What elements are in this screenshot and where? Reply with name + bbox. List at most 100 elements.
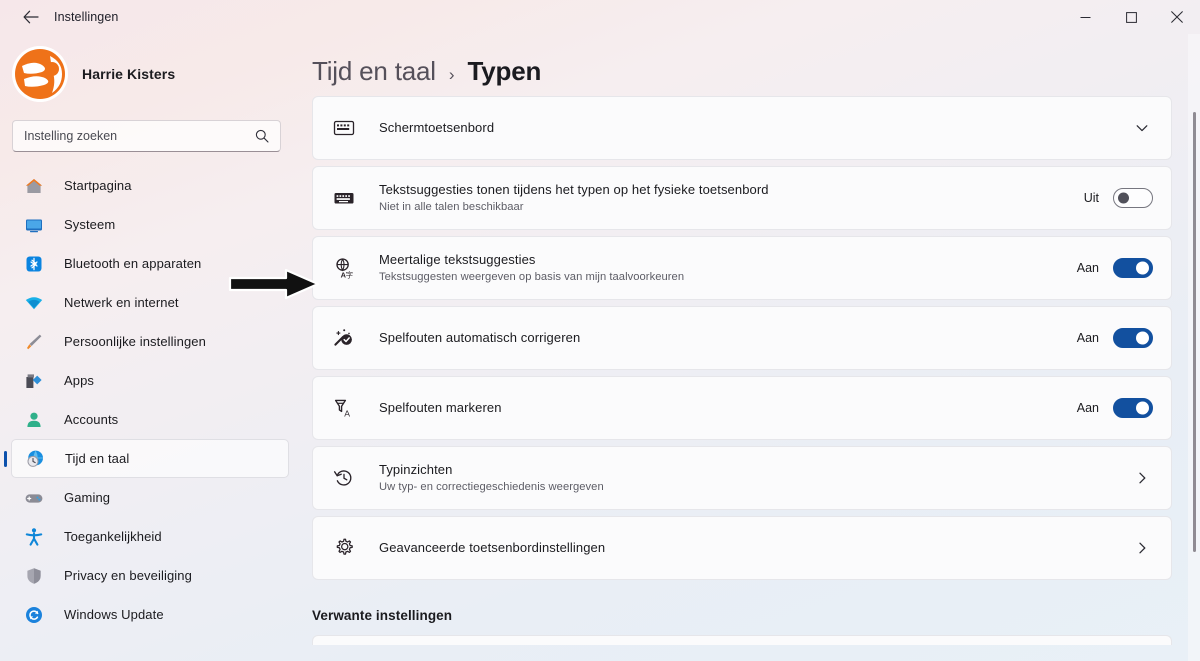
history-icon: [331, 465, 357, 491]
setting-row-typinzichten[interactable]: Typinzichten Uw typ- en correctiegeschie…: [312, 446, 1172, 510]
close-icon: [1171, 11, 1183, 23]
setting-title: Spelfouten markeren: [379, 400, 502, 416]
sidebar-item-accounts[interactable]: Accounts: [11, 400, 289, 439]
sidebar-item-label: Startpagina: [64, 178, 132, 193]
bluetooth-icon: [23, 253, 45, 275]
setting-row-schermtoetsenbord[interactable]: Schermtoetsenbord: [312, 96, 1172, 160]
toggle-knob: [1136, 331, 1149, 345]
sidebar-nav: Startpagina Systeem Bluetooth en apparat…: [0, 166, 300, 634]
gear-icon: [331, 535, 357, 561]
setting-control: [1131, 537, 1153, 559]
sidebar-item-label: Netwerk en internet: [64, 295, 179, 310]
toggle-meertalige-tekstsuggesties[interactable]: [1113, 258, 1153, 278]
scrollbar-thumb[interactable]: [1193, 112, 1196, 552]
shield-icon: [23, 565, 45, 587]
account-block[interactable]: Harrie Kisters: [0, 42, 300, 106]
chevron-right-icon[interactable]: [1131, 537, 1153, 559]
settings-window: Instellingen Harrie Kisters Instelling z…: [0, 0, 1200, 661]
setting-text: Typinzichten Uw typ- en correctiegeschie…: [379, 461, 1115, 495]
setting-control: Aan: [1077, 328, 1153, 348]
sidebar-item-systeem[interactable]: Systeem: [11, 205, 289, 244]
search-input[interactable]: [13, 129, 255, 143]
sidebar-item-label: Gaming: [64, 490, 111, 505]
setting-row-tekstsuggesties-fysiek[interactable]: Tekstsuggesties tonen tijdens het typen …: [312, 166, 1172, 230]
setting-row-geavanceerde-toetsenbordinstellingen[interactable]: Geavanceerde toetsenbordinstellingen: [312, 516, 1172, 580]
sidebar-item-label: Persoonlijke instellingen: [64, 334, 206, 349]
sidebar-item-label: Toegankelijkheid: [64, 529, 162, 544]
sidebar-item-privacy[interactable]: Privacy en beveiliging: [11, 556, 289, 595]
setting-title: Tekstsuggesties tonen tijdens het typen …: [379, 181, 769, 197]
home-icon: [23, 175, 45, 197]
sidebar: Harrie Kisters Startpagina: [0, 34, 300, 661]
setting-text: Geavanceerde toetsenbordinstellingen: [379, 539, 1115, 557]
toggle-state-label: Aan: [1076, 261, 1099, 275]
sidebar-item-label: Apps: [64, 373, 95, 388]
maximize-button[interactable]: [1108, 0, 1154, 34]
sidebar-item-persoonlijke-instellingen[interactable]: Persoonlijke instellingen: [11, 322, 289, 361]
setting-row-meertalige-tekstsuggesties[interactable]: A 字 Meertalige tekstsuggesties Tekstsugg…: [312, 236, 1172, 300]
setting-control: Aan: [1077, 398, 1153, 418]
sidebar-item-label: Bluetooth en apparaten: [64, 256, 202, 271]
window-title: Instellingen: [54, 10, 119, 24]
toggle-spelfouten-markeren[interactable]: [1113, 398, 1153, 418]
setting-subtitle: Uw typ- en correctiegeschiedenis weergev…: [379, 481, 604, 494]
breadcrumb: Tijd en taal › Typen: [300, 34, 1200, 96]
autocorrect-wand-icon: [331, 325, 357, 351]
breadcrumb-parent[interactable]: Tijd en taal: [312, 56, 436, 87]
setting-subtitle: Niet in alle talen beschikbaar: [379, 201, 524, 214]
search-icon: [255, 129, 280, 143]
person-icon: [23, 409, 45, 431]
main-content: Tijd en taal › Typen Schermtoetsenbord T…: [300, 34, 1200, 661]
onscreen-keyboard-icon: [331, 115, 357, 141]
window-controls: [1062, 0, 1200, 34]
setting-row-spelfouten-markeren[interactable]: A Spelfouten markeren Aan: [312, 376, 1172, 440]
gamepad-icon: [23, 487, 45, 509]
sidebar-item-gaming[interactable]: Gaming: [11, 478, 289, 517]
svg-text:A: A: [344, 408, 350, 418]
setting-control: Uit: [1084, 188, 1153, 208]
chevron-right-icon[interactable]: [1131, 467, 1153, 489]
toggle-state-label: Aan: [1076, 331, 1099, 345]
sidebar-item-toegankelijkheid[interactable]: Toegankelijkheid: [11, 517, 289, 556]
related-settings-card-partial[interactable]: [312, 635, 1172, 645]
update-icon: [23, 604, 45, 626]
toggle-state-label: Aan: [1076, 401, 1099, 415]
settings-card-list: Schermtoetsenbord Tekstsuggesties tonen …: [300, 96, 1200, 580]
sidebar-item-label: Windows Update: [64, 607, 164, 622]
minimize-icon: [1080, 16, 1090, 18]
related-settings-heading: Verwante instellingen: [312, 608, 453, 623]
sidebar-item-apps[interactable]: Apps: [11, 361, 289, 400]
chevron-down-icon[interactable]: [1131, 117, 1153, 139]
sidebar-item-bluetooth[interactable]: Bluetooth en apparaten: [11, 244, 289, 283]
back-button[interactable]: [12, 2, 50, 32]
setting-control: Aan: [1077, 258, 1153, 278]
search-box[interactable]: [12, 120, 281, 152]
spellcheck-icon: A: [331, 395, 357, 421]
sidebar-item-netwerk[interactable]: Netwerk en internet: [11, 283, 289, 322]
breadcrumb-separator: ›: [448, 65, 455, 84]
setting-row-autocorrectie[interactable]: Spelfouten automatisch corrigeren Aan: [312, 306, 1172, 370]
setting-text: Meertalige tekstsuggesties Tekstsuggeste…: [379, 251, 1061, 285]
sidebar-item-startpagina[interactable]: Startpagina: [11, 166, 289, 205]
minimize-button[interactable]: [1062, 0, 1108, 34]
maximize-icon: [1125, 11, 1137, 23]
setting-text: Tekstsuggesties tonen tijdens het typen …: [379, 181, 1068, 215]
globe-language-icon: A 字: [331, 255, 357, 281]
toggle-tekstsuggesties-fysiek[interactable]: [1113, 188, 1153, 208]
sidebar-item-windows-update[interactable]: Windows Update: [11, 595, 289, 634]
setting-text: Spelfouten markeren: [379, 399, 1061, 417]
sidebar-item-label: Tijd en taal: [65, 451, 130, 466]
toggle-autocorrectie[interactable]: [1113, 328, 1153, 348]
setting-title: Meertalige tekstsuggesties: [379, 251, 536, 267]
svg-text:字: 字: [346, 270, 353, 279]
sidebar-item-label: Systeem: [64, 217, 116, 232]
arrow-left-icon: [23, 10, 39, 24]
toggle-knob: [1136, 261, 1149, 275]
avatar: [12, 46, 68, 102]
setting-title: Spelfouten automatisch corrigeren: [379, 330, 581, 346]
sidebar-item-tijd-en-taal[interactable]: Tijd en taal: [11, 439, 289, 478]
close-button[interactable]: [1154, 0, 1200, 34]
setting-title: Geavanceerde toetsenbordinstellingen: [379, 540, 606, 556]
toggle-knob: [1118, 192, 1129, 204]
sidebar-item-label: Accounts: [64, 412, 119, 427]
